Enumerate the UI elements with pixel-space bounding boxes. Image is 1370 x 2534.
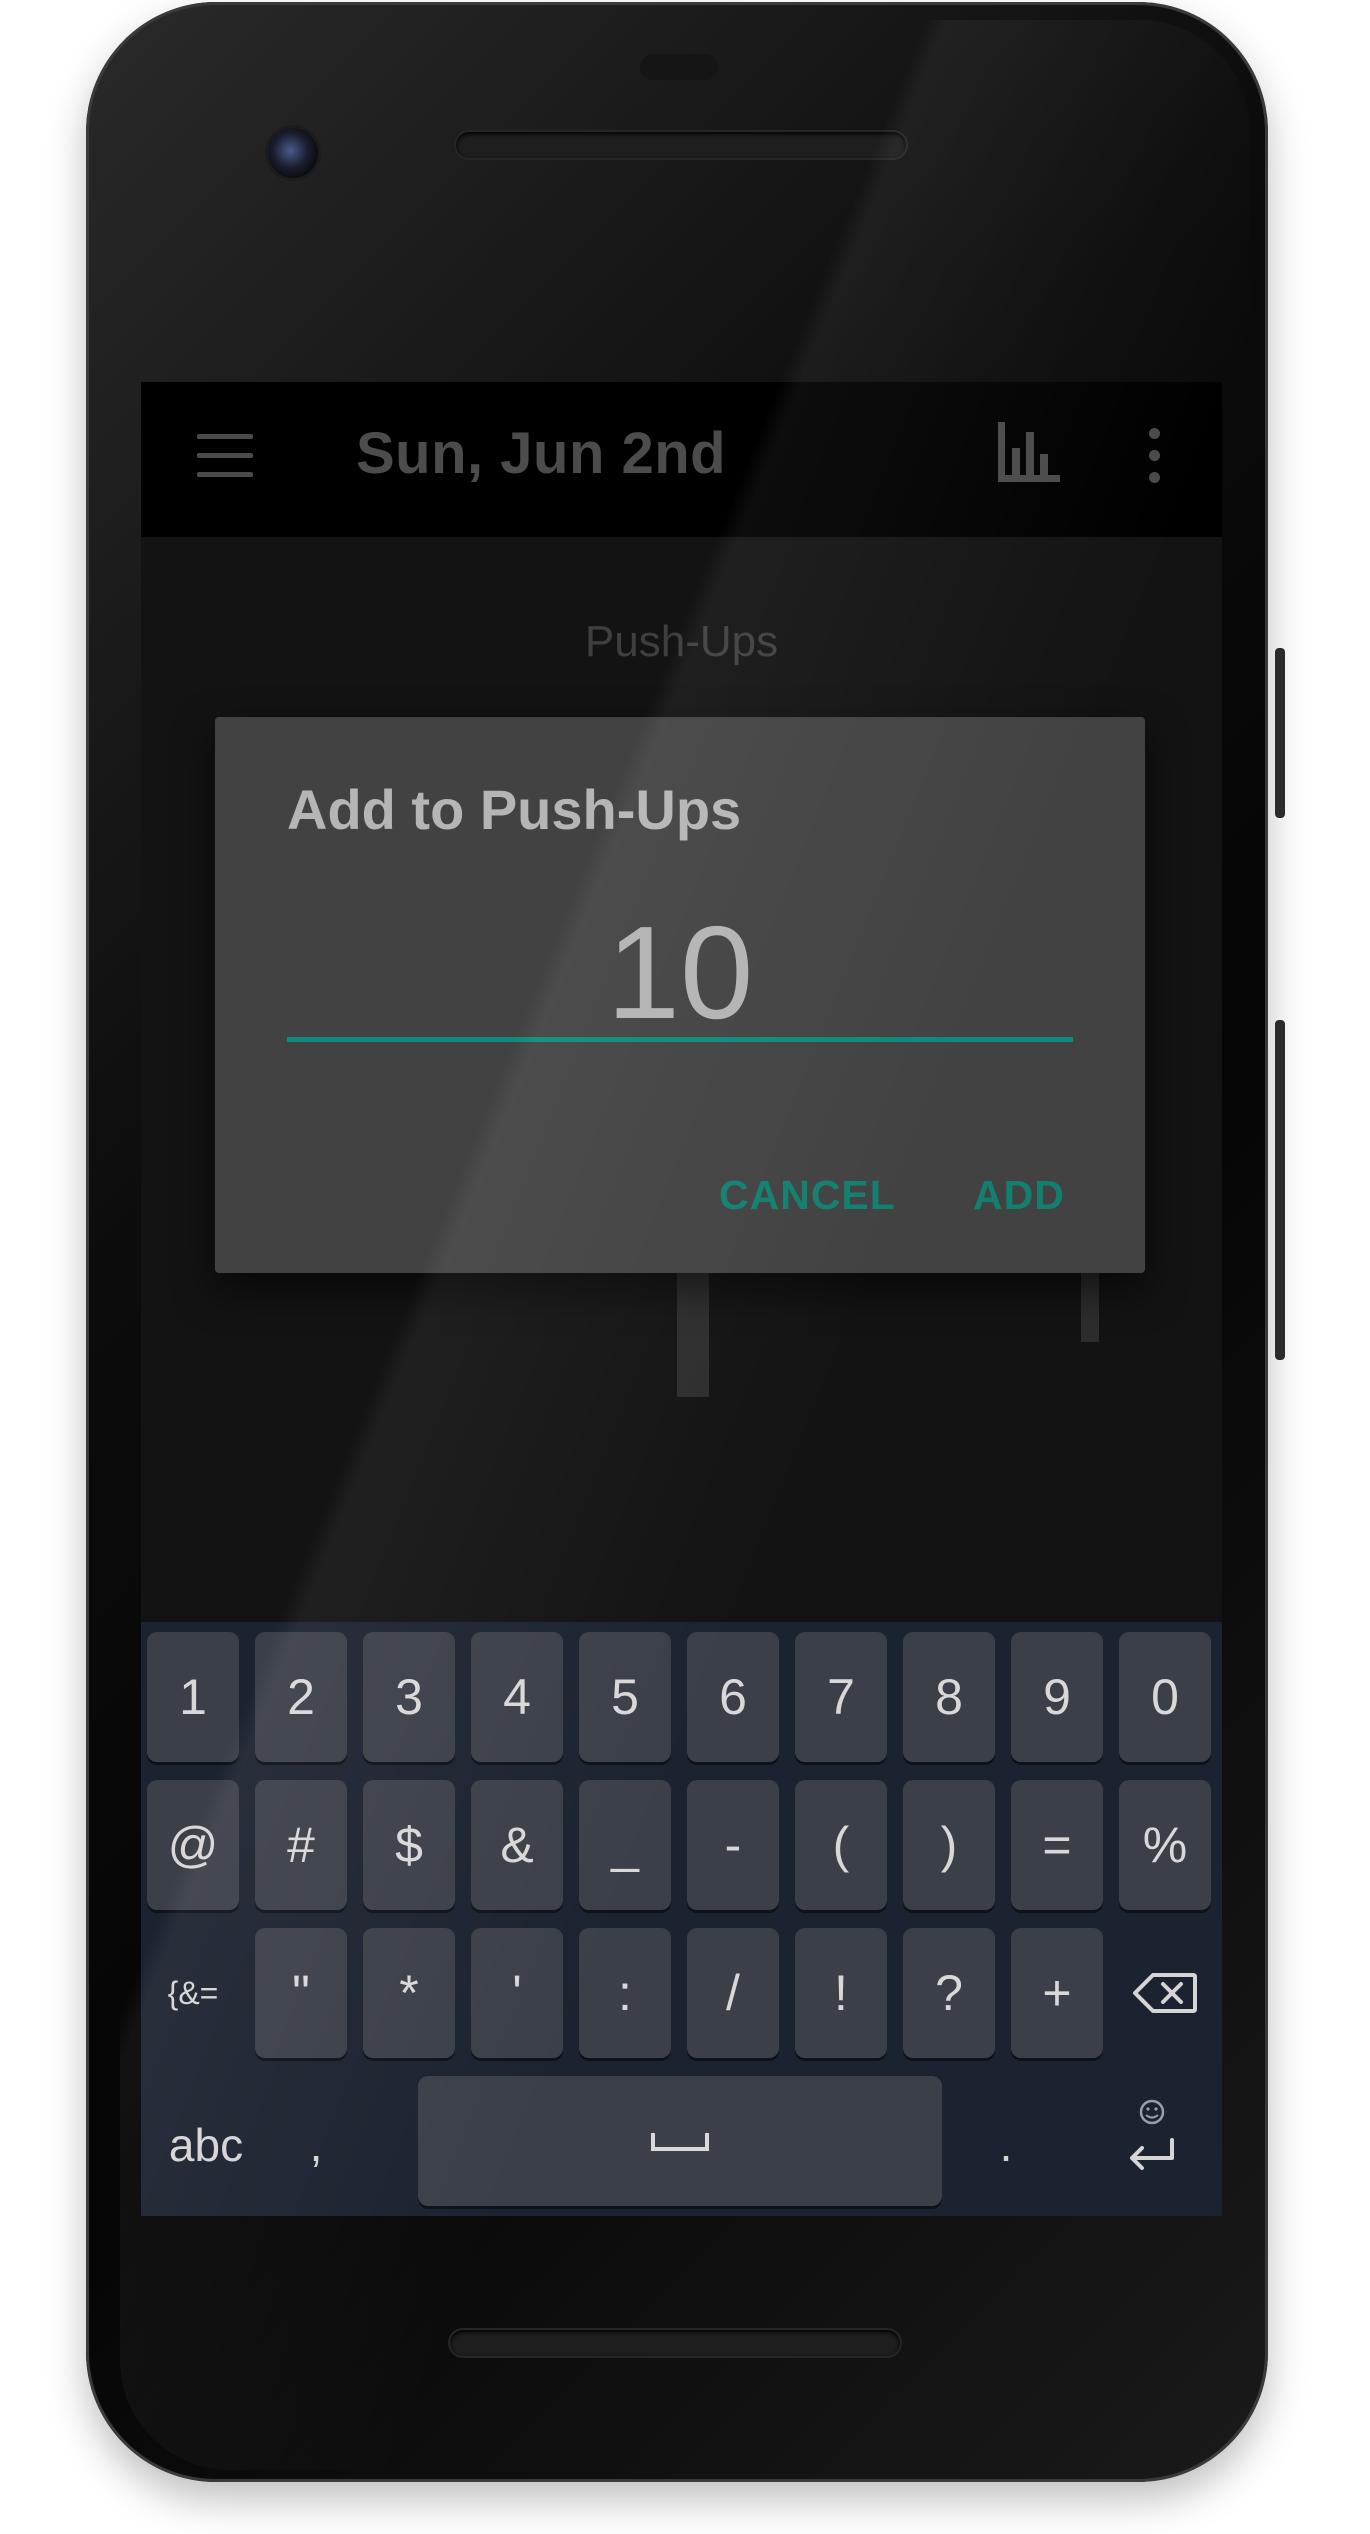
key[interactable]: % — [1119, 1780, 1211, 1910]
screen: Sun, Jun 2nd Push-Ups Add to Push-Ups CA… — [141, 382, 1222, 2216]
cancel-button[interactable]: CANCEL — [719, 1172, 896, 1219]
more-vert-icon[interactable] — [1147, 428, 1161, 484]
key[interactable]: / — [687, 1928, 779, 2058]
amount-input[interactable] — [287, 907, 1073, 1042]
key[interactable]: 6 — [687, 1632, 779, 1762]
key[interactable]: ? — [903, 1928, 995, 2058]
key[interactable]: 5 — [579, 1632, 671, 1762]
key[interactable]: @ — [147, 1780, 239, 1910]
add-button[interactable]: ADD — [973, 1172, 1065, 1219]
front-camera — [268, 128, 318, 178]
add-dialog: Add to Push-Ups CANCEL ADD — [215, 717, 1145, 1273]
key[interactable]: 2 — [255, 1632, 347, 1762]
backspace-icon[interactable] — [1119, 1928, 1211, 2058]
key[interactable]: ) — [903, 1780, 995, 1910]
app-bar-title: Sun, Jun 2nd — [356, 421, 727, 486]
key[interactable]: 9 — [1011, 1632, 1103, 1762]
key[interactable]: + — [1011, 1928, 1103, 2058]
enter-icon[interactable] — [1107, 2062, 1197, 2212]
hamburger-menu-icon[interactable] — [197, 434, 253, 478]
power-button — [1275, 1020, 1285, 1360]
key[interactable]: ( — [795, 1780, 887, 1910]
period-key[interactable]: . — [971, 2080, 1041, 2210]
comma-key[interactable]: , — [281, 2080, 351, 2210]
key[interactable]: ' — [471, 1928, 563, 2058]
dialog-title: Add to Push-Ups — [287, 778, 742, 841]
key[interactable]: & — [471, 1780, 563, 1910]
volume-button — [1275, 648, 1285, 818]
bar-chart-icon[interactable] — [998, 422, 1060, 482]
key[interactable]: 4 — [471, 1632, 563, 1762]
numeric-keyboard: 1 2 3 4 5 6 7 8 9 0 @ # $ & _ - ( ) = % … — [141, 1622, 1222, 2216]
key[interactable]: _ — [579, 1780, 671, 1910]
key[interactable]: 8 — [903, 1632, 995, 1762]
key[interactable]: ! — [795, 1928, 887, 2058]
space-icon[interactable] — [418, 2076, 942, 2206]
bottom-speaker — [450, 2330, 900, 2356]
earpiece-speaker — [456, 132, 906, 158]
key[interactable]: 1 — [147, 1632, 239, 1762]
key[interactable]: * — [363, 1928, 455, 2058]
key[interactable]: : — [579, 1928, 671, 2058]
key[interactable]: $ — [363, 1780, 455, 1910]
key[interactable]: " — [255, 1928, 347, 2058]
abc-key[interactable]: abc — [151, 2080, 261, 2210]
app-bar: Sun, Jun 2nd — [141, 382, 1222, 537]
key[interactable]: 3 — [363, 1632, 455, 1762]
key[interactable]: = — [1011, 1780, 1103, 1910]
key[interactable]: - — [687, 1780, 779, 1910]
key[interactable]: 0 — [1119, 1632, 1211, 1762]
proximity-sensor — [640, 54, 718, 80]
key[interactable]: # — [255, 1780, 347, 1910]
counter-name: Push-Ups — [584, 617, 779, 666]
key[interactable]: 7 — [795, 1632, 887, 1762]
symbols-switch-key[interactable]: {&= — [147, 1928, 239, 2058]
